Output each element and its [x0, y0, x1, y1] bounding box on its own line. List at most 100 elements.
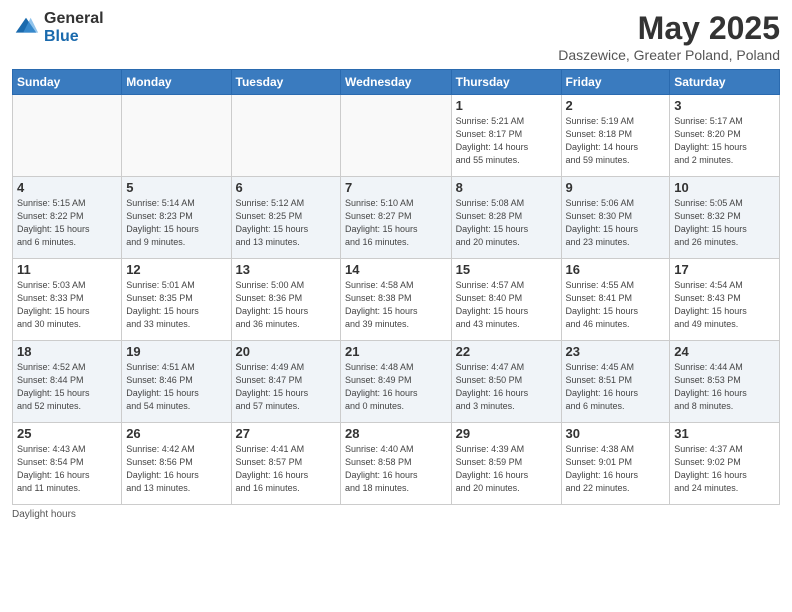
calendar-day-cell: 28Sunrise: 4:40 AM Sunset: 8:58 PM Dayli… — [341, 423, 452, 505]
calendar-day-cell: 7 Sunrise: 5:10 AM Sunset: 8:27 PM Daylig… — [341, 177, 452, 259]
day-info: Sunrise: 4:51 AM Sunset: 8:46 PM Dayligh… — [126, 361, 226, 413]
day-number: 26 — [126, 426, 226, 441]
day-header-monday: Monday — [122, 70, 231, 95]
calendar-week-row: 4 Sunrise: 5:15 AM Sunset: 8:22 PM Daylig… — [13, 177, 780, 259]
day-info: Sunrise: 5:03 AM Sunset: 8:33 PM Dayligh… — [17, 279, 117, 331]
day-header-sunday: Sunday — [13, 70, 122, 95]
calendar-day-cell: 3 Sunrise: 5:17 AM Sunset: 8:20 PM Daylig… — [670, 95, 780, 177]
day-number: 21 — [345, 344, 447, 359]
day-number: 17 — [674, 262, 775, 277]
location: Daszewice, Greater Poland, Poland — [558, 47, 780, 63]
day-info: Sunrise: 4:43 AM Sunset: 8:54 PM Dayligh… — [17, 443, 117, 495]
calendar-week-row: 11 Sunrise: 5:03 AM Sunset: 8:33 PM Dayli… — [13, 259, 780, 341]
day-info: Sunrise: 5:14 AM Sunset: 8:23 PM Dayligh… — [126, 197, 226, 249]
calendar-day-cell: 27 Sunrise: 4:41 AM Sunset: 8:57 PM Dayli… — [231, 423, 340, 505]
day-info: Sunrise: 5:12 AM Sunset: 8:25 PM Dayligh… — [236, 197, 336, 249]
day-number: 3 — [674, 98, 775, 113]
day-info: Sunrise: 5:01 AM Sunset: 8:35 PM Dayligh… — [126, 279, 226, 331]
calendar-header-row: SundayMondayTuesdayWednesdayThursdayFrid… — [13, 70, 780, 95]
day-number: 22 — [456, 344, 557, 359]
calendar-day-cell: 29 Sunrise: 4:39 AM Sunset: 8:59 PM Dayli… — [451, 423, 561, 505]
calendar-day-cell: 24 Sunrise: 4:44 AM Sunset: 8:53 PM Dayli… — [670, 341, 780, 423]
day-info: Sunrise: 4:39 AM Sunset: 8:59 PM Dayligh… — [456, 443, 557, 495]
calendar-day-cell: 13 Sunrise: 5:00 AM Sunset: 8:36 PM Dayli… — [231, 259, 340, 341]
day-number: 18 — [17, 344, 117, 359]
calendar-day-cell — [341, 95, 452, 177]
day-number: 11 — [17, 262, 117, 277]
logo-icon — [12, 14, 40, 42]
day-info: Sunrise: 4:48 AM Sunset: 8:49 PM Dayligh… — [345, 361, 447, 413]
day-number: 4 — [17, 180, 117, 195]
day-header-saturday: Saturday — [670, 70, 780, 95]
footer-note: Daylight hours — [12, 509, 780, 520]
day-header-friday: Friday — [561, 70, 670, 95]
day-number: 15 — [456, 262, 557, 277]
day-number: 9 — [566, 180, 666, 195]
calendar-day-cell — [231, 95, 340, 177]
day-info: Sunrise: 5:05 AM Sunset: 8:32 PM Dayligh… — [674, 197, 775, 249]
calendar-day-cell: 10 Sunrise: 5:05 AM Sunset: 8:32 PM Dayli… — [670, 177, 780, 259]
day-info: Sunrise: 5:17 AM Sunset: 8:20 PM Dayligh… — [674, 115, 775, 167]
day-info: Sunrise: 4:44 AM Sunset: 8:53 PM Dayligh… — [674, 361, 775, 413]
day-info: Sunrise: 4:37 AM Sunset: 9:02 PM Dayligh… — [674, 443, 775, 495]
day-number: 27 — [236, 426, 336, 441]
day-info: Sunrise: 4:40 AM Sunset: 8:58 PM Dayligh… — [345, 443, 447, 495]
month-title: May 2025 — [558, 10, 780, 47]
calendar-day-cell: 9Sunrise: 5:06 AM Sunset: 8:30 PM Daylig… — [561, 177, 670, 259]
title-block: May 2025 Daszewice, Greater Poland, Pola… — [558, 10, 780, 63]
calendar-day-cell — [13, 95, 122, 177]
day-info: Sunrise: 4:45 AM Sunset: 8:51 PM Dayligh… — [566, 361, 666, 413]
day-info: Sunrise: 5:08 AM Sunset: 8:28 PM Dayligh… — [456, 197, 557, 249]
day-number: 29 — [456, 426, 557, 441]
day-number: 7 — [345, 180, 447, 195]
day-info: Sunrise: 4:38 AM Sunset: 9:01 PM Dayligh… — [566, 443, 666, 495]
calendar-day-cell: 26Sunrise: 4:42 AM Sunset: 8:56 PM Dayli… — [122, 423, 231, 505]
day-number: 31 — [674, 426, 775, 441]
day-info: Sunrise: 5:15 AM Sunset: 8:22 PM Dayligh… — [17, 197, 117, 249]
calendar-day-cell: 15Sunrise: 4:57 AM Sunset: 8:40 PM Dayli… — [451, 259, 561, 341]
calendar-day-cell: 17 Sunrise: 4:54 AM Sunset: 8:43 PM Dayli… — [670, 259, 780, 341]
calendar-day-cell: 19 Sunrise: 4:51 AM Sunset: 8:46 PM Dayli… — [122, 341, 231, 423]
day-info: Sunrise: 5:10 AM Sunset: 8:27 PM Dayligh… — [345, 197, 447, 249]
calendar-day-cell: 21 Sunrise: 4:48 AM Sunset: 8:49 PM Dayli… — [341, 341, 452, 423]
day-number: 13 — [236, 262, 336, 277]
day-header-thursday: Thursday — [451, 70, 561, 95]
day-number: 10 — [674, 180, 775, 195]
day-info: Sunrise: 4:55 AM Sunset: 8:41 PM Dayligh… — [566, 279, 666, 331]
logo-general-text: General — [44, 10, 104, 28]
calendar-day-cell: 8 Sunrise: 5:08 AM Sunset: 8:28 PM Daylig… — [451, 177, 561, 259]
day-number: 2 — [566, 98, 666, 113]
calendar-day-cell: 6Sunrise: 5:12 AM Sunset: 8:25 PM Daylig… — [231, 177, 340, 259]
day-number: 20 — [236, 344, 336, 359]
day-number: 30 — [566, 426, 666, 441]
day-info: Sunrise: 4:41 AM Sunset: 8:57 PM Dayligh… — [236, 443, 336, 495]
calendar-day-cell: 14Sunrise: 4:58 AM Sunset: 8:38 PM Dayli… — [341, 259, 452, 341]
logo-blue-text: Blue — [44, 28, 104, 46]
calendar-day-cell — [122, 95, 231, 177]
day-number: 25 — [17, 426, 117, 441]
day-header-tuesday: Tuesday — [231, 70, 340, 95]
day-number: 19 — [126, 344, 226, 359]
calendar-day-cell: 1Sunrise: 5:21 AM Sunset: 8:17 PM Daylig… — [451, 95, 561, 177]
day-info: Sunrise: 5:21 AM Sunset: 8:17 PM Dayligh… — [456, 115, 557, 167]
header: General Blue May 2025 Daszewice, Greater… — [12, 10, 780, 63]
day-number: 8 — [456, 180, 557, 195]
calendar-day-cell: 20 Sunrise: 4:49 AM Sunset: 8:47 PM Dayli… — [231, 341, 340, 423]
calendar-day-cell: 4 Sunrise: 5:15 AM Sunset: 8:22 PM Daylig… — [13, 177, 122, 259]
day-number: 16 — [566, 262, 666, 277]
day-number: 12 — [126, 262, 226, 277]
logo-text: General Blue — [44, 10, 104, 45]
day-info: Sunrise: 5:00 AM Sunset: 8:36 PM Dayligh… — [236, 279, 336, 331]
page: General Blue May 2025 Daszewice, Greater… — [0, 0, 792, 612]
calendar-day-cell: 5 Sunrise: 5:14 AM Sunset: 8:23 PM Daylig… — [122, 177, 231, 259]
day-info: Sunrise: 4:49 AM Sunset: 8:47 PM Dayligh… — [236, 361, 336, 413]
logo: General Blue — [12, 10, 104, 45]
day-info: Sunrise: 5:19 AM Sunset: 8:18 PM Dayligh… — [566, 115, 666, 167]
day-number: 5 — [126, 180, 226, 195]
calendar-day-cell: 16 Sunrise: 4:55 AM Sunset: 8:41 PM Dayli… — [561, 259, 670, 341]
calendar-day-cell: 30 Sunrise: 4:38 AM Sunset: 9:01 PM Dayli… — [561, 423, 670, 505]
day-info: Sunrise: 4:58 AM Sunset: 8:38 PM Dayligh… — [345, 279, 447, 331]
day-info: Sunrise: 4:54 AM Sunset: 8:43 PM Dayligh… — [674, 279, 775, 331]
day-number: 24 — [674, 344, 775, 359]
day-info: Sunrise: 4:52 AM Sunset: 8:44 PM Dayligh… — [17, 361, 117, 413]
